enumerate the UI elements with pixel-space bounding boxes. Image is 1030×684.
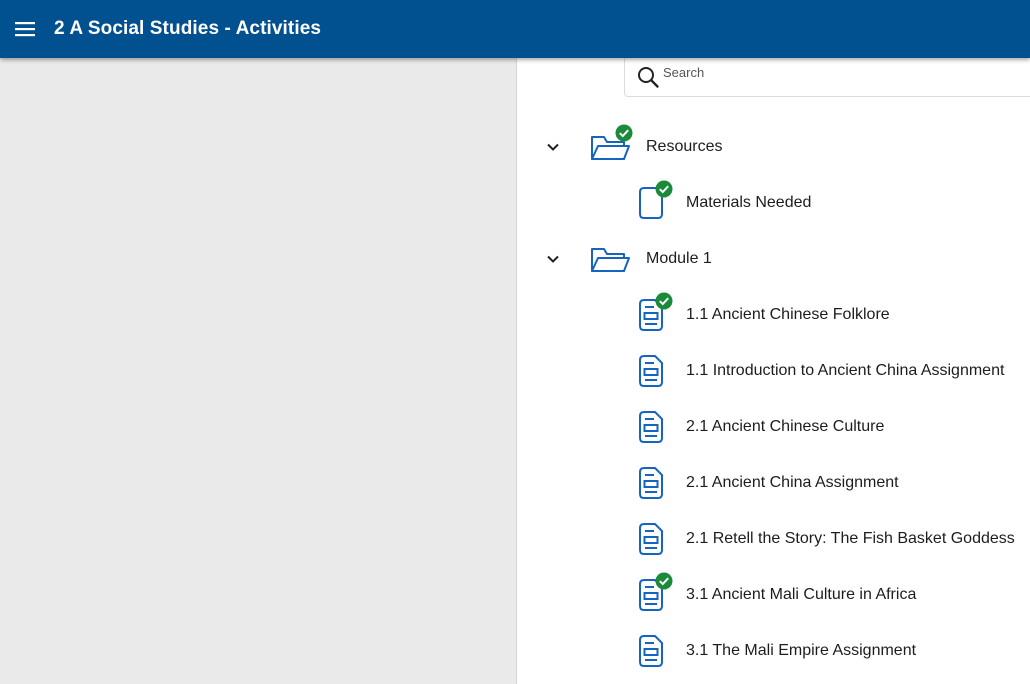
assignment-icon — [639, 523, 663, 555]
folder-open-icon — [591, 248, 630, 272]
folder-label: Resources — [646, 138, 723, 155]
search-box — [624, 58, 1030, 97]
hamburger-menu-icon — [15, 22, 35, 37]
item-label: 2.1 Ancient China Assignment — [686, 474, 899, 491]
activities-tree-pane: Resources Materials Needed Module 1 — [518, 58, 1030, 684]
assignment-icon — [639, 467, 663, 499]
item-label: 2.1 Ancient Chinese Culture — [686, 418, 885, 435]
folder-label: Module 1 — [646, 250, 712, 267]
item-label: 3.1 Ancient Mali Culture in Africa — [686, 586, 917, 603]
tree-item-fish-basket-goddess[interactable]: 2.1 Retell the Story: The Fish Basket Go… — [518, 511, 1030, 567]
chevron-down-icon[interactable] — [545, 251, 561, 267]
search-icon — [638, 67, 659, 88]
assignment-icon — [639, 635, 663, 667]
menu-button[interactable] — [13, 17, 37, 41]
item-label: Materials Needed — [686, 194, 812, 211]
completed-check-icon — [655, 180, 673, 198]
folder-module-1[interactable]: Module 1 — [518, 231, 1030, 287]
search-input[interactable] — [663, 62, 1023, 82]
item-label: 2.1 Retell the Story: The Fish Basket Go… — [686, 530, 1015, 547]
app-header: 2 A Social Studies - Activities — [0, 0, 1030, 58]
tree-item-ancient-chinese-culture[interactable]: 2.1 Ancient Chinese Culture — [518, 399, 1030, 455]
tree-item-ancient-china-assignment[interactable]: 2.1 Ancient China Assignment — [518, 455, 1030, 511]
assignment-icon — [639, 411, 663, 443]
completed-check-icon — [655, 292, 673, 310]
tree-item-ancient-chinese-folklore[interactable]: 1.1 Ancient Chinese Folklore — [518, 287, 1030, 343]
completed-check-icon — [655, 572, 673, 590]
tree-item-materials-needed[interactable]: Materials Needed — [518, 175, 1030, 231]
item-label: 1.1 Introduction to Ancient China Assign… — [686, 362, 1005, 379]
item-label: 3.1 The Mali Empire Assignment — [686, 642, 917, 659]
page-title: 2 A Social Studies - Activities — [54, 18, 322, 39]
content-pane — [0, 58, 517, 684]
chevron-down-icon[interactable] — [545, 139, 561, 155]
item-label: 1.1 Ancient Chinese Folklore — [686, 306, 890, 323]
tree-item-ancient-mali-culture[interactable]: 3.1 Ancient Mali Culture in Africa — [518, 567, 1030, 623]
assignment-icon — [639, 355, 663, 387]
completed-check-icon — [615, 124, 633, 142]
tree-item-intro-ancient-china-assignment[interactable]: 1.1 Introduction to Ancient China Assign… — [518, 343, 1030, 399]
folder-resources[interactable]: Resources — [518, 119, 1030, 175]
tree-item-mali-empire-assignment[interactable]: 3.1 The Mali Empire Assignment — [518, 623, 1030, 679]
